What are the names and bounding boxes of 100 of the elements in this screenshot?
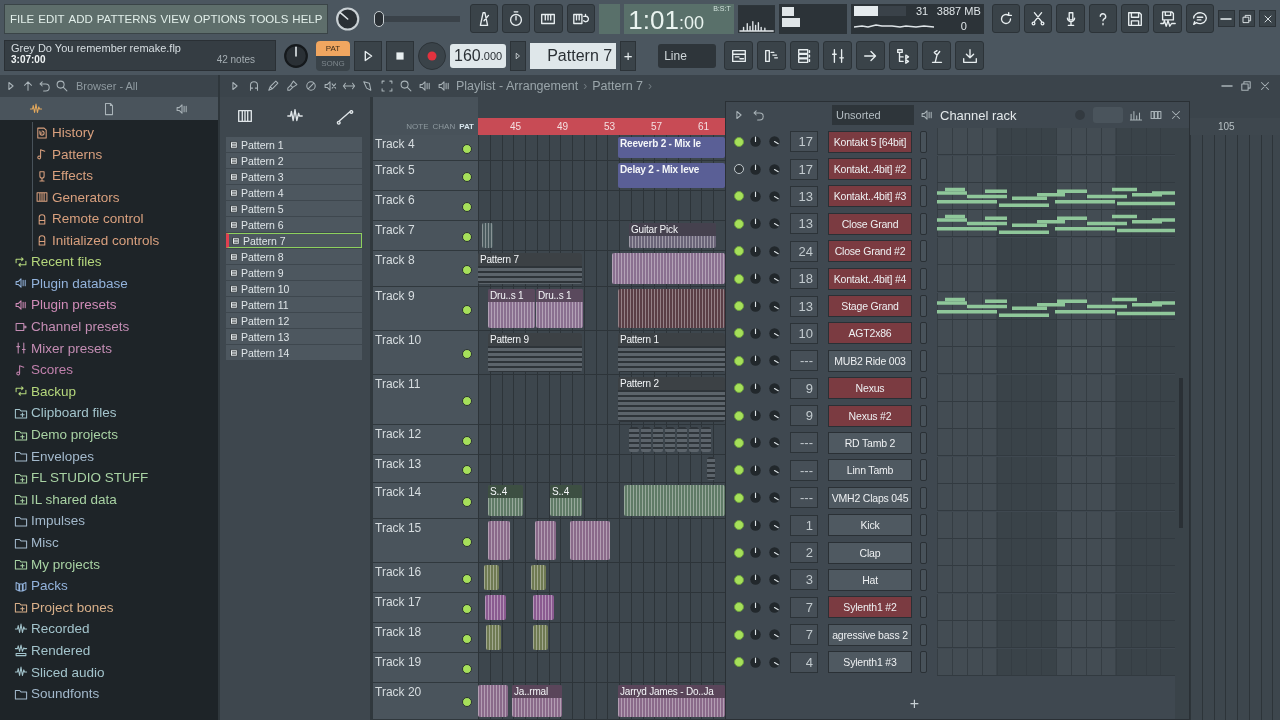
menu-item[interactable]: EDIT xyxy=(38,12,65,25)
channel-led[interactable] xyxy=(734,301,744,312)
pattern-item[interactable]: Pattern 6 xyxy=(226,217,362,232)
track-enable-led[interactable] xyxy=(462,464,472,475)
channel-button[interactable]: VMH2 Claps 045 xyxy=(828,486,912,509)
pan-knob[interactable] xyxy=(748,545,763,561)
track-header[interactable]: Track 17 xyxy=(373,593,478,623)
browser-item[interactable]: Mixer presets xyxy=(14,337,218,359)
track-header[interactable]: Track 11 xyxy=(373,375,478,425)
track-header[interactable]: Track 14 xyxy=(373,483,478,519)
speaker-icon[interactable] xyxy=(437,79,451,93)
close-button[interactable] xyxy=(1259,10,1276,27)
timeline-ruler[interactable]: 45 49 53 57 61 xyxy=(478,118,725,135)
track-enable-led[interactable] xyxy=(462,201,472,212)
track-header[interactable]: Track 12 xyxy=(373,425,478,455)
track-lane[interactable]: Reeverb 2 - Mix le xyxy=(478,135,725,161)
track-enable-led[interactable] xyxy=(462,536,472,547)
channel-led[interactable] xyxy=(734,492,744,503)
channel-button[interactable]: Clap xyxy=(828,541,912,564)
browser-item[interactable]: Clipboard files xyxy=(14,402,218,424)
channel-led[interactable] xyxy=(734,657,744,668)
track-header[interactable]: Track 4 xyxy=(373,135,478,161)
pattern-clip[interactable] xyxy=(665,427,675,452)
browser-item[interactable]: Impulses xyxy=(14,510,218,532)
menu-item[interactable]: FILE xyxy=(10,12,35,25)
pan-knob[interactable] xyxy=(748,517,763,533)
channel-led[interactable] xyxy=(734,574,744,585)
browser-tree-button[interactable] xyxy=(889,41,919,70)
channel-button[interactable]: Close Grand #2 xyxy=(828,240,912,263)
pattern-item[interactable]: Pattern 7 xyxy=(226,233,362,248)
channel-steps[interactable] xyxy=(937,210,1175,238)
mixer-track-field[interactable]: 2 xyxy=(790,542,818,564)
channel-led[interactable] xyxy=(734,547,744,558)
pattern-item[interactable]: Pattern 12 xyxy=(226,313,362,328)
browser-item[interactable]: Soundfonts xyxy=(14,682,218,705)
pattern-clip[interactable] xyxy=(641,427,651,452)
track-lane[interactable]: Guitar Pick xyxy=(478,221,725,251)
volume-knob[interactable] xyxy=(767,408,782,424)
mixer-track-field[interactable]: --- xyxy=(790,459,818,481)
track-enable-led[interactable] xyxy=(462,633,472,644)
scissors-button[interactable] xyxy=(1024,4,1053,33)
speaker-muted-icon[interactable] xyxy=(323,79,337,93)
track-lane[interactable]: Dru..s 1 Dru..s 1 xyxy=(478,287,725,331)
track-enable-led[interactable] xyxy=(462,348,472,359)
mixer-track-field[interactable]: 9 xyxy=(790,377,818,399)
minimize-icon[interactable] xyxy=(1220,84,1234,88)
select-icon[interactable] xyxy=(380,79,394,93)
pattern-clip[interactable] xyxy=(677,427,687,452)
browser-item[interactable]: Patterns xyxy=(35,143,218,165)
channel-button[interactable]: Linn Tamb xyxy=(828,459,912,482)
close-icon[interactable] xyxy=(1169,108,1183,122)
track-enable-led[interactable] xyxy=(462,231,472,242)
restore-button[interactable] xyxy=(1238,10,1256,27)
channel-led[interactable] xyxy=(734,465,744,476)
track-enable-led[interactable] xyxy=(462,143,472,154)
channel-led[interactable] xyxy=(734,520,744,531)
volume-knob[interactable] xyxy=(767,380,782,396)
volume-knob[interactable] xyxy=(767,271,782,287)
track-enable-led[interactable] xyxy=(462,697,472,707)
arrow-button[interactable] xyxy=(856,41,886,70)
channel-led[interactable] xyxy=(734,410,744,421)
audio-clip[interactable] xyxy=(612,253,725,284)
mixer-track-field[interactable]: 18 xyxy=(790,268,818,290)
audio-clip[interactable] xyxy=(533,595,554,620)
audio-clip[interactable] xyxy=(535,521,556,560)
track-enable-led[interactable] xyxy=(462,435,472,446)
pan-knob[interactable] xyxy=(748,572,763,588)
pan-knob[interactable] xyxy=(748,627,763,643)
pattern-item[interactable]: Pattern 14 xyxy=(226,345,362,360)
track-enable-led[interactable] xyxy=(462,304,472,315)
browser-item[interactable]: Envelopes xyxy=(14,445,218,467)
pan-knob[interactable] xyxy=(748,599,763,615)
reload-button[interactable] xyxy=(991,4,1021,33)
track-header[interactable]: Track 7 xyxy=(373,221,478,251)
channel-button[interactable]: AGT2x86 xyxy=(828,322,912,345)
pattern-clip[interactable] xyxy=(653,427,663,452)
channel-led[interactable] xyxy=(734,438,744,448)
audio-clip[interactable] xyxy=(486,625,501,650)
pattern-item[interactable]: Pattern 2 xyxy=(226,153,362,168)
channel-led[interactable] xyxy=(734,164,744,175)
volume-knob[interactable] xyxy=(767,325,782,341)
up-arrow-icon[interactable] xyxy=(21,79,35,93)
mixer-track-field[interactable]: --- xyxy=(790,350,818,372)
browser-item[interactable]: Scores xyxy=(14,358,218,381)
pan-knob[interactable] xyxy=(748,216,763,232)
pattern-item[interactable]: Pattern 9 xyxy=(226,265,362,280)
brush-icon[interactable] xyxy=(285,79,299,93)
pattern-item[interactable]: Pattern 10 xyxy=(226,281,362,296)
channel-button[interactable]: Sylenth1 #2 xyxy=(828,596,912,619)
pattern-item[interactable]: Pattern 8 xyxy=(226,249,362,264)
audio-clip[interactable] xyxy=(484,565,499,590)
menu-item[interactable]: ADD xyxy=(68,12,93,25)
save-button[interactable] xyxy=(1121,4,1150,33)
audio-clip[interactable]: Guitar Pick xyxy=(629,223,716,248)
audio-clip[interactable] xyxy=(482,223,493,248)
pattern-clip[interactable] xyxy=(707,457,715,480)
menu-item[interactable]: HELP xyxy=(292,12,323,25)
keyboard-icon[interactable] xyxy=(236,107,254,125)
pattern-menu-button[interactable] xyxy=(510,40,527,71)
track-lane[interactable]: Ja..rmal Jarryd James - Do..Ja xyxy=(478,683,725,720)
